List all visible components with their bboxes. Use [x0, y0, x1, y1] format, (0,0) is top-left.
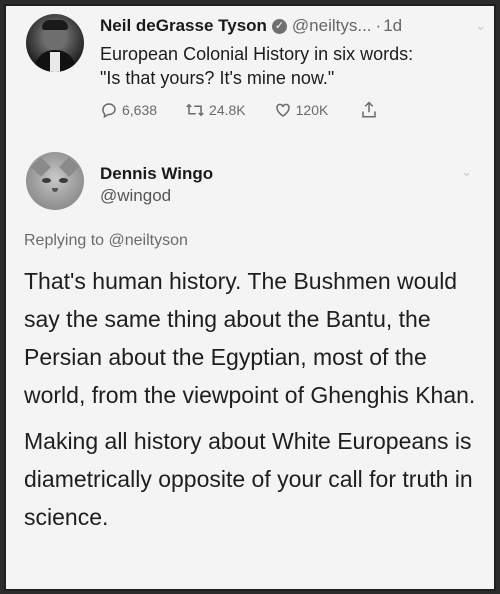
dennis-avatar[interactable]: [26, 152, 84, 210]
tweet1-author-name[interactable]: Neil deGrasse Tyson: [100, 16, 267, 36]
tweet2-text: That's human history. The Bushmen would …: [24, 262, 484, 536]
neil-avatar[interactable]: [26, 14, 84, 72]
tweet1-line2: "Is that yours? It's mine now.": [100, 68, 335, 88]
tweet2-handle[interactable]: @wingod: [100, 186, 171, 206]
tweet1-handle[interactable]: @neiltys...: [292, 16, 372, 36]
retweet-count: 24.8K: [209, 102, 246, 118]
share-icon: [362, 101, 377, 118]
verified-badge-icon: ✓: [271, 18, 287, 34]
like-button[interactable]: 120K: [274, 101, 329, 119]
like-count: 120K: [295, 102, 329, 118]
replying-to-label: Replying to: [24, 232, 105, 249]
tweet1-header: Neil deGrasse Tyson ✓ @neiltys... · 1d: [100, 16, 484, 36]
heart-icon: [275, 103, 290, 117]
tweet1-timestamp[interactable]: 1d: [383, 16, 402, 36]
reply-button[interactable]: 6,638: [100, 101, 157, 119]
reply-count: 6,638: [122, 102, 158, 118]
chevron-down-icon[interactable]: ⌄: [475, 18, 486, 34]
tweet1-line1: European Colonial History in six words:: [100, 44, 414, 64]
chevron-down-icon[interactable]: ⌄: [461, 164, 472, 180]
retweet-button[interactable]: 24.8K: [185, 101, 246, 119]
tweet-screenshot: Neil deGrasse Tyson ✓ @neiltys... · 1d ⌄…: [4, 4, 496, 591]
retweet-icon: [186, 103, 204, 117]
share-button[interactable]: [360, 100, 382, 120]
tweet1-actions: 6,638 24.8K 120K: [100, 98, 420, 122]
tweet2-author-name[interactable]: Dennis Wingo: [100, 164, 213, 184]
reply-icon: [102, 103, 116, 119]
tweet1-separator: ·: [375, 16, 382, 35]
replying-to: Replying to @neiltyson: [24, 232, 188, 250]
tweet1-text: European Colonial History in six words: …: [100, 42, 480, 90]
tweet2-paragraph-2: Making all history about White Europeans…: [24, 428, 473, 530]
replying-to-handle[interactable]: @neiltyson: [109, 232, 188, 249]
tweet2-paragraph-1: That's human history. The Bushmen would …: [24, 268, 476, 408]
